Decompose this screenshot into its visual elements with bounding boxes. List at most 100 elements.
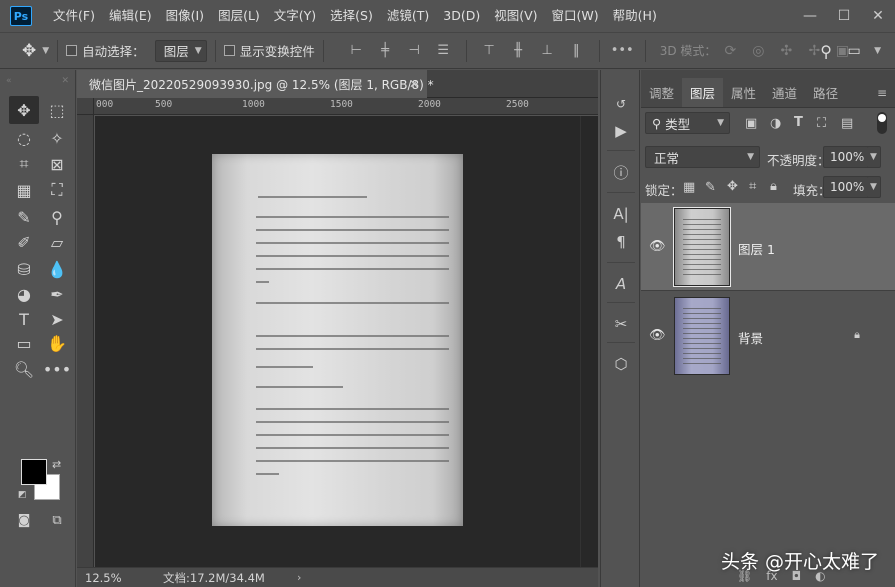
history-panel-icon[interactable]: ↺ bbox=[609, 92, 633, 116]
align-right-icon[interactable]: ⊣ bbox=[400, 40, 429, 62]
more-tools-icon[interactable]: ••• bbox=[42, 355, 72, 383]
foreground-color-swatch[interactable] bbox=[21, 459, 47, 485]
document-scroll-gutter[interactable] bbox=[580, 116, 598, 567]
filter-type-icon[interactable]: T bbox=[794, 115, 803, 130]
blend-mode-dropdown[interactable]: 正常 ▼ bbox=[645, 146, 760, 168]
distribute-icon[interactable]: ☰ bbox=[429, 40, 458, 62]
auto-select-checkbox[interactable]: 自动选择： bbox=[66, 41, 145, 60]
filter-smart-object-icon[interactable]: ▤ bbox=[841, 116, 853, 131]
lock-artboard-icon[interactable]: ⌗ bbox=[749, 179, 756, 194]
menu-select[interactable]: 选择(S) bbox=[323, 0, 380, 32]
screen-mode-icon[interactable]: ⧉ bbox=[42, 506, 72, 534]
brush-icon[interactable]: ✎ bbox=[9, 203, 39, 231]
tab-paths[interactable]: 路径 bbox=[805, 78, 846, 107]
tab-layers[interactable]: 图层 bbox=[682, 78, 724, 107]
document-tab[interactable]: 微信图片_20220529093930.jpg @ 12.5% (图层 1, R… bbox=[77, 70, 434, 98]
ruler-icon[interactable]: ▦ bbox=[9, 176, 39, 204]
move-tool-preset-icon[interactable]: ✥ bbox=[22, 41, 36, 61]
stamp-icon[interactable]: ⚲ bbox=[42, 203, 72, 231]
align-left-icon[interactable]: ⊢ bbox=[342, 40, 371, 62]
filter-shape-icon[interactable]: ⛶ bbox=[817, 116, 826, 131]
align-vcenter-icon[interactable]: ╫ bbox=[504, 40, 533, 62]
chevron-down-icon[interactable]: ▼ bbox=[42, 46, 49, 56]
zoom-icon[interactable]: 🔍︎ bbox=[9, 355, 39, 383]
menu-3d[interactable]: 3D(D) bbox=[436, 0, 487, 32]
blur-icon[interactable]: 💧 bbox=[42, 255, 72, 283]
magic-wand-icon[interactable]: ✧ bbox=[42, 124, 72, 152]
3d-drag-icon[interactable]: ✣ bbox=[772, 43, 800, 59]
lasso-icon[interactable]: ◌ bbox=[9, 124, 39, 152]
default-colors-icon[interactable]: ◩ bbox=[18, 490, 27, 500]
menu-type[interactable]: 文字(Y) bbox=[267, 0, 323, 32]
panel-menu-icon[interactable]: ≡ bbox=[869, 86, 895, 107]
lock-transparent-icon[interactable]: ▦ bbox=[683, 180, 695, 195]
paint-bucket-icon[interactable]: ⛁ bbox=[9, 255, 39, 283]
character-panel-icon[interactable]: A| bbox=[609, 202, 633, 226]
more-options-button[interactable]: ••• bbox=[608, 40, 637, 62]
show-transform-checkbox[interactable]: 显示变换控件 bbox=[223, 41, 315, 60]
layer-name[interactable]: 图层 1 bbox=[738, 239, 775, 258]
search-icon[interactable]: ⚲ bbox=[812, 42, 840, 61]
lock-position-icon[interactable]: ✥ bbox=[727, 179, 738, 194]
menu-window[interactable]: 窗口(W) bbox=[545, 0, 606, 32]
filter-pixel-icon[interactable]: ▣ bbox=[745, 116, 757, 131]
glyphs-panel-icon[interactable]: A bbox=[609, 272, 633, 296]
lock-image-icon[interactable]: ✎ bbox=[705, 180, 716, 195]
filter-toggle[interactable] bbox=[877, 112, 887, 134]
zoom-level[interactable]: 12.5% bbox=[85, 571, 141, 585]
rectangle-icon[interactable]: ▭ bbox=[9, 329, 39, 357]
tool-presets-icon[interactable]: ✂ bbox=[609, 312, 633, 336]
align-hcenter-icon[interactable]: ╪ bbox=[371, 40, 400, 62]
filter-adjustment-icon[interactable]: ◑ bbox=[770, 116, 781, 131]
layer-filter-dropdown[interactable]: ⚲ 类型 ▼ bbox=[645, 112, 730, 134]
pen-icon[interactable]: ✒ bbox=[42, 280, 72, 308]
checkbox-box[interactable] bbox=[66, 45, 78, 56]
tab-adjustments[interactable]: 调整 bbox=[641, 78, 682, 107]
3d-rotate-icon[interactable]: ⟳ bbox=[716, 43, 744, 59]
close-icon[interactable]: ✕ bbox=[409, 77, 419, 91]
swap-colors-icon[interactable]: ⇄ bbox=[52, 458, 61, 471]
eraser-icon[interactable]: ▱ bbox=[42, 228, 72, 256]
3d-panel-icon[interactable]: ⬡ bbox=[609, 352, 633, 376]
crop-icon[interactable]: ⌗ bbox=[9, 150, 39, 178]
paragraph-panel-icon[interactable]: ¶ bbox=[609, 230, 633, 254]
align-top-icon[interactable]: ⊤ bbox=[475, 40, 504, 62]
hand-icon[interactable]: ✋ bbox=[42, 329, 72, 357]
menu-filter[interactable]: 滤镜(T) bbox=[380, 0, 436, 32]
menu-help[interactable]: 帮助(H) bbox=[606, 0, 664, 32]
minimize-button[interactable]: — bbox=[793, 0, 827, 32]
toolbox-grip[interactable]: «✕ bbox=[0, 70, 75, 92]
menu-image[interactable]: 图像(I) bbox=[159, 0, 211, 32]
actions-panel-icon[interactable]: ▶ bbox=[609, 119, 633, 143]
close-button[interactable]: ✕ bbox=[861, 0, 895, 32]
info-panel-icon[interactable]: ⓘ bbox=[609, 160, 633, 184]
distribute-vertical-icon[interactable]: ‖ bbox=[562, 40, 591, 62]
chevron-down-icon[interactable]: ▼ bbox=[874, 46, 881, 56]
checkbox-box[interactable] bbox=[223, 45, 235, 56]
layer-row[interactable]: 👁︎ 背景 🔒︎ bbox=[641, 292, 895, 380]
3d-roll-icon[interactable]: ◎ bbox=[744, 43, 772, 59]
auto-select-target-dropdown[interactable]: 图层 ▼ bbox=[154, 39, 207, 62]
layer-name[interactable]: 背景 bbox=[738, 328, 763, 347]
visibility-eye-icon[interactable]: 👁︎ bbox=[649, 328, 666, 343]
layer-row[interactable]: 👁︎ 图层 1 bbox=[641, 203, 895, 291]
move-icon[interactable]: ✥ bbox=[9, 96, 39, 124]
menu-edit[interactable]: 编辑(E) bbox=[102, 0, 159, 32]
frame-icon[interactable]: ⊠ bbox=[42, 150, 72, 178]
maximize-button[interactable]: ☐ bbox=[827, 0, 861, 32]
dodge-icon[interactable]: ◕ bbox=[9, 280, 39, 308]
align-bottom-icon[interactable]: ⊥ bbox=[533, 40, 562, 62]
lock-all-icon[interactable]: 🔒︎ bbox=[770, 179, 777, 194]
quick-mask-icon[interactable]: ◙ bbox=[9, 506, 39, 534]
history-brush-icon[interactable]: ✐ bbox=[9, 228, 39, 256]
visibility-eye-icon[interactable]: 👁︎ bbox=[649, 239, 666, 254]
marquee-icon[interactable]: ⬚ bbox=[42, 96, 72, 124]
chevron-down-icon[interactable]: ▼ bbox=[867, 146, 881, 168]
menu-view[interactable]: 视图(V) bbox=[487, 0, 544, 32]
menu-layer[interactable]: 图层(L) bbox=[211, 0, 267, 32]
workspace-icon[interactable]: ▭ bbox=[840, 43, 868, 59]
tab-properties[interactable]: 属性 bbox=[723, 78, 764, 107]
patch-icon[interactable]: ⛶ bbox=[42, 176, 72, 204]
status-menu-arrow[interactable]: › bbox=[297, 571, 301, 584]
tab-channels[interactable]: 通道 bbox=[764, 78, 805, 107]
